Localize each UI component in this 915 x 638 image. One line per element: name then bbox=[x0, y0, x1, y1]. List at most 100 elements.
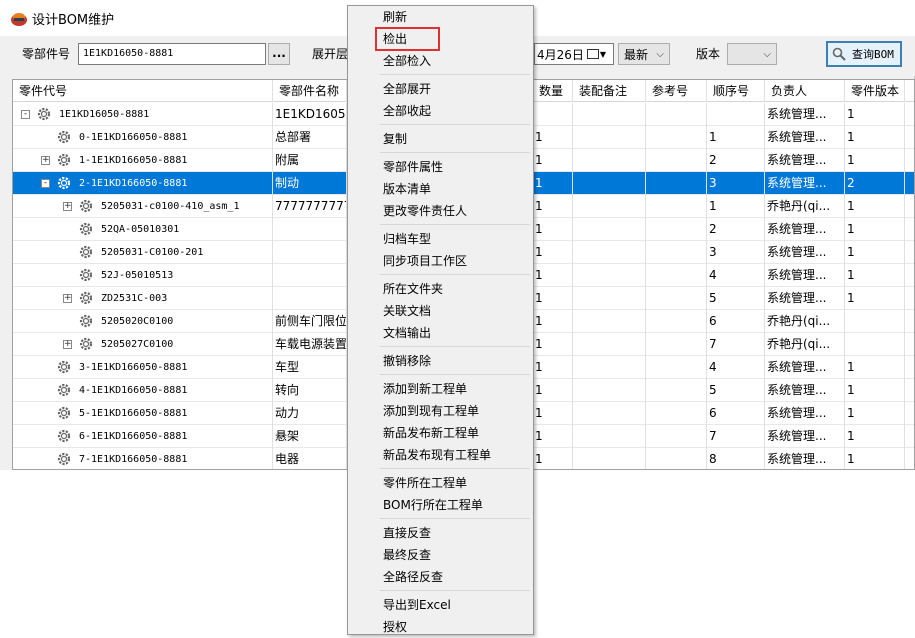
part-name-cell: 总部署 bbox=[273, 126, 347, 149]
expand-level-label: 展开层 bbox=[312, 47, 349, 61]
menu-item[interactable]: 最终反查 bbox=[348, 544, 533, 566]
seq-no-cell: 4 bbox=[707, 356, 765, 379]
part-version-cell bbox=[845, 333, 905, 356]
menu-item[interactable]: 版本清单 bbox=[348, 178, 533, 200]
owner-cell: 系统管理... bbox=[765, 402, 845, 425]
qty-cell: 1 bbox=[533, 264, 573, 287]
menu-item[interactable]: 全部展开 bbox=[348, 78, 533, 100]
tree-expander-icon[interactable]: - bbox=[21, 110, 30, 119]
tree-expander-icon[interactable]: - bbox=[41, 179, 50, 188]
tree-expander-icon[interactable]: + bbox=[63, 202, 72, 211]
assembly-note-cell bbox=[573, 241, 646, 264]
ref-no-cell bbox=[646, 172, 707, 195]
part-gear-icon bbox=[78, 336, 94, 352]
menu-item[interactable]: 关联文档 bbox=[348, 300, 533, 322]
owner-cell: 系统管理... bbox=[765, 241, 845, 264]
part-version-cell: 1 bbox=[845, 379, 905, 402]
query-bom-label: 查询BOM bbox=[852, 48, 894, 61]
menu-item[interactable]: 刷新 bbox=[348, 6, 533, 28]
part-name-cell: 前侧车门限位 bbox=[273, 310, 347, 333]
menu-item[interactable]: BOM行所在工程单 bbox=[348, 494, 533, 516]
part-version-cell: 2 bbox=[845, 172, 905, 195]
latest-select[interactable]: 最新 ⌵ bbox=[618, 43, 670, 65]
ref-no-cell bbox=[646, 195, 707, 218]
menu-item[interactable]: 撤销移除 bbox=[348, 350, 533, 372]
part-version-cell: 1 bbox=[845, 402, 905, 425]
column-header[interactable]: 参考号 bbox=[646, 80, 707, 102]
column-header[interactable]: 零件版本 bbox=[845, 80, 905, 102]
date-picker[interactable]: 4月26日 ▼ bbox=[534, 43, 614, 65]
assembly-note-cell bbox=[573, 356, 646, 379]
part-name-cell: 电器 bbox=[273, 448, 347, 469]
part-version-cell: 1 bbox=[845, 218, 905, 241]
owner-cell: 系统管理... bbox=[765, 172, 845, 195]
part-code-cell: 1-1E1KD166050-8881 bbox=[79, 155, 188, 166]
query-bom-button[interactable]: 查询BOM bbox=[826, 41, 902, 67]
latest-value: 最新 bbox=[624, 47, 649, 62]
owner-cell: 系统管理... bbox=[765, 356, 845, 379]
part-gear-icon bbox=[56, 451, 72, 467]
tree-expander-icon[interactable]: + bbox=[63, 340, 72, 349]
assembly-note-cell bbox=[573, 172, 646, 195]
menu-item[interactable]: 全部收起 bbox=[348, 100, 533, 122]
browse-part-button[interactable]: ... bbox=[268, 43, 290, 65]
part-code-cell: ZD2531C-003 bbox=[101, 293, 168, 304]
part-no-input[interactable]: 1E1KD16050-8881 bbox=[78, 43, 266, 65]
part-version-cell: 1 bbox=[845, 103, 905, 126]
column-header[interactable]: 负责人 bbox=[765, 80, 845, 102]
menu-item[interactable]: 导出到Excel bbox=[348, 594, 533, 616]
tree-expander-icon[interactable]: + bbox=[41, 156, 50, 165]
menu-item[interactable]: 复制 bbox=[348, 128, 533, 150]
menu-item[interactable]: 更改零件责任人 bbox=[348, 200, 533, 222]
part-version-cell: 1 bbox=[845, 149, 905, 172]
menu-item[interactable]: 直接反查 bbox=[348, 522, 533, 544]
owner-cell: 乔艳丹(qi... bbox=[765, 195, 845, 218]
assembly-note-cell bbox=[573, 402, 646, 425]
seq-no-cell: 6 bbox=[707, 310, 765, 333]
chevron-down-icon: ⌵ bbox=[656, 48, 664, 60]
part-version-cell: 1 bbox=[845, 356, 905, 379]
column-header[interactable]: 顺序号 bbox=[707, 80, 765, 102]
tree-expander-icon[interactable]: + bbox=[63, 294, 72, 303]
part-version-cell: 1 bbox=[845, 195, 905, 218]
owner-cell: 系统管理... bbox=[765, 287, 845, 310]
owner-cell: 乔艳丹(qi... bbox=[765, 333, 845, 356]
qty-cell: 1 bbox=[533, 172, 573, 195]
column-header[interactable]: 零件代号 bbox=[13, 80, 273, 102]
date-value: 4月26日 bbox=[537, 47, 584, 62]
part-gear-icon bbox=[56, 175, 72, 191]
menu-item[interactable]: 零件所在工程单 bbox=[348, 472, 533, 494]
menu-item[interactable]: 所在文件夹 bbox=[348, 278, 533, 300]
menu-item[interactable]: 同步项目工作区 bbox=[348, 250, 533, 272]
part-code-cell: 5205027C0100 bbox=[101, 339, 174, 350]
menu-item[interactable]: 全路径反查 bbox=[348, 566, 533, 588]
part-gear-icon bbox=[78, 290, 94, 306]
menu-item[interactable]: 全部检入 bbox=[348, 50, 533, 72]
menu-item[interactable]: 文档输出 bbox=[348, 322, 533, 344]
menu-separator bbox=[380, 590, 530, 591]
column-header[interactable]: 零部件名称 bbox=[273, 80, 347, 102]
ref-no-cell bbox=[646, 425, 707, 448]
qty-cell: 1 bbox=[533, 448, 573, 469]
menu-item[interactable]: 添加到新工程单 bbox=[348, 378, 533, 400]
column-header[interactable]: 装配备注 bbox=[573, 80, 646, 102]
seq-no-cell: 5 bbox=[707, 379, 765, 402]
owner-cell: 系统管理... bbox=[765, 149, 845, 172]
menu-item[interactable]: 新品发布现有工程单 bbox=[348, 444, 533, 466]
version-select[interactable]: ⌵ bbox=[727, 43, 777, 65]
seq-no-cell: 5 bbox=[707, 287, 765, 310]
menu-item[interactable]: 归档车型 bbox=[348, 228, 533, 250]
menu-item[interactable]: 添加到现有工程单 bbox=[348, 400, 533, 422]
menu-item[interactable]: 零部件属性 bbox=[348, 156, 533, 178]
menu-item[interactable]: 授权 bbox=[348, 616, 533, 638]
part-gear-icon bbox=[78, 313, 94, 329]
owner-cell: 系统管理... bbox=[765, 103, 845, 126]
ref-no-cell bbox=[646, 103, 707, 126]
part-name-cell: 转向 bbox=[273, 379, 347, 402]
ref-no-cell bbox=[646, 218, 707, 241]
menu-separator bbox=[380, 346, 530, 347]
column-header[interactable]: 数量 bbox=[533, 80, 573, 102]
owner-cell: 系统管理... bbox=[765, 379, 845, 402]
qty-cell: 1 bbox=[533, 287, 573, 310]
menu-item[interactable]: 新品发布新工程单 bbox=[348, 422, 533, 444]
